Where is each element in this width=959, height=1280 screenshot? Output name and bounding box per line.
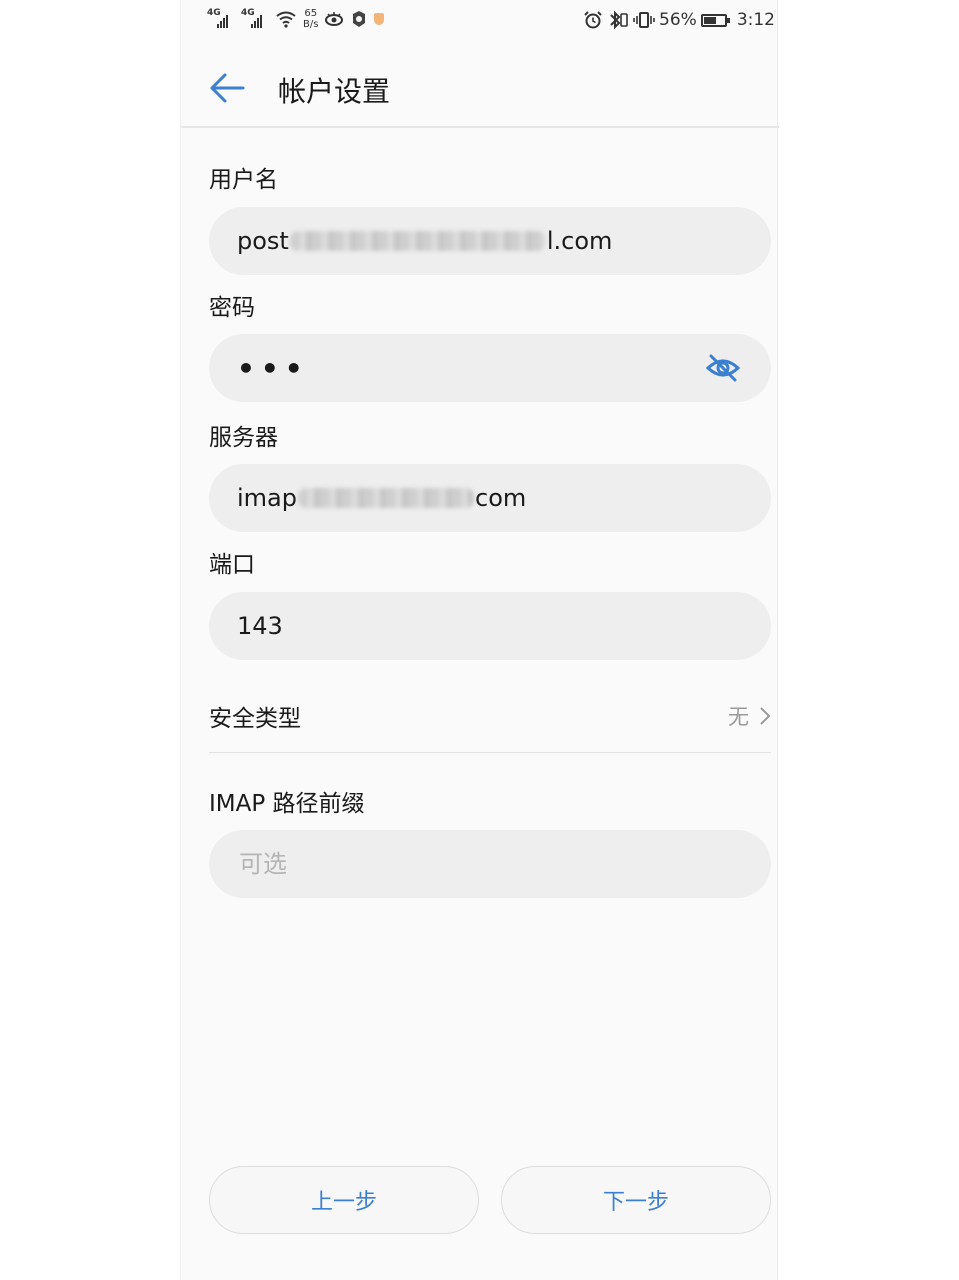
battery-icon — [700, 13, 730, 27]
server-value-suffix: com — [475, 484, 527, 512]
username-label: 用户名 — [209, 167, 278, 193]
password-value: ••• — [237, 351, 309, 385]
imap-prefix-label: IMAP 路径前缀 — [209, 791, 365, 817]
chevron-right-icon — [760, 707, 771, 725]
clock: 3:12 — [736, 10, 775, 30]
network-speed-unit: B/s — [303, 19, 319, 30]
app-notification-icon — [353, 11, 366, 27]
imap-prefix-field[interactable] — [209, 830, 771, 898]
page-title: 帐户设置 — [278, 75, 391, 108]
battery-percent: 56% — [659, 10, 697, 30]
back-arrow-icon — [210, 73, 245, 103]
app-bar: 帐户设置 — [181, 46, 779, 128]
redacted-text — [298, 488, 474, 508]
wifi-icon — [276, 11, 296, 28]
signal-icon: 4G — [207, 8, 235, 30]
password-field[interactable]: ••• — [209, 334, 771, 402]
network-speed: 65 B/s — [303, 8, 318, 30]
next-button[interactable]: 下一步 — [501, 1166, 771, 1234]
username-value-prefix: post — [237, 227, 289, 255]
server-label: 服务器 — [209, 425, 278, 451]
toggle-password-visibility-button[interactable] — [703, 348, 743, 388]
status-bar: 4G 4G 65 B/s 56% 3:12 — [181, 0, 779, 46]
vibrate-icon — [633, 12, 655, 28]
port-value: 143 — [237, 612, 283, 640]
server-field[interactable]: imap com — [209, 464, 771, 532]
previous-button[interactable]: 上一步 — [209, 1166, 479, 1234]
status-right: 56% 3:12 — [583, 10, 775, 30]
network-speed-value: 65 — [304, 8, 318, 19]
security-type-row[interactable]: 安全类型 无 — [209, 680, 771, 753]
username-field[interactable]: post l.com — [209, 207, 771, 275]
phone-screen: 4G 4G 65 B/s 56% 3:12 帐户设置 用户名 post l.co… — [180, 0, 779, 1280]
security-type-value: 无 — [728, 705, 749, 729]
bluetooth-icon — [610, 10, 628, 30]
back-button[interactable] — [203, 68, 251, 108]
server-value-prefix: imap — [237, 484, 297, 512]
eye-notification-icon — [325, 12, 344, 26]
security-type-label: 安全类型 — [209, 706, 301, 732]
security-type-value-group: 无 — [728, 701, 771, 731]
redacted-text — [289, 231, 546, 251]
alarm-icon — [584, 11, 602, 29]
username-value-suffix: l.com — [546, 227, 613, 255]
shield-icon — [374, 13, 385, 25]
port-field[interactable]: 143 — [209, 592, 771, 660]
password-label: 密码 — [209, 295, 255, 321]
status-left: 4G 4G 65 B/s — [207, 8, 385, 30]
signal-icon: 4G — [241, 8, 269, 30]
imap-prefix-input[interactable] — [237, 849, 743, 879]
port-label: 端口 — [209, 552, 255, 578]
eye-off-icon — [705, 354, 741, 382]
